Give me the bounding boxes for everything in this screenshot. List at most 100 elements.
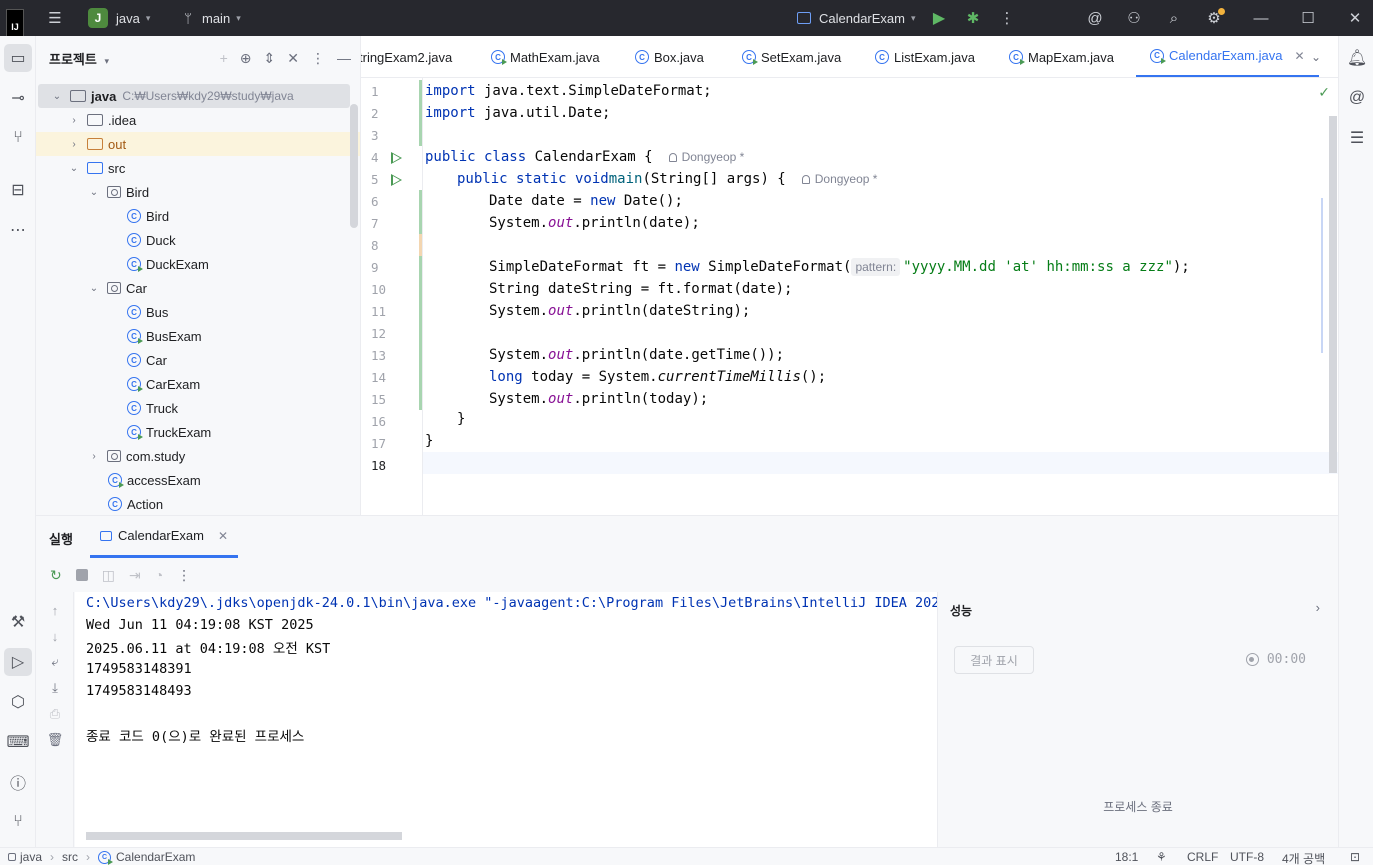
more-vertical-icon[interactable]: ⋮: [311, 50, 325, 67]
more-tools-button[interactable]: ⋯: [4, 216, 32, 244]
more-vertical-icon[interactable]: ⋮: [177, 567, 191, 584]
camera-icon[interactable]: ◫: [102, 567, 115, 584]
tree-item-class-duck[interactable]: C Duck: [36, 228, 360, 252]
breadcrumb-item[interactable]: java: [20, 850, 42, 864]
print-icon[interactable]: ⎙: [47, 706, 63, 722]
run-tab-calendarexam[interactable]: CalendarExam ✕: [90, 516, 239, 558]
lock-icon[interactable]: ⊡: [1350, 850, 1360, 864]
services-tool-button[interactable]: ⬡: [4, 688, 32, 716]
project-panel-title[interactable]: 프로젝트 ▾: [49, 49, 109, 68]
minimize-button[interactable]: —: [1250, 0, 1272, 36]
arrow-down-icon[interactable]: ↓: [47, 628, 63, 644]
locate-icon[interactable]: ⊕: [240, 50, 252, 67]
tab-mathexam[interactable]: C MathExam.java: [491, 36, 600, 77]
more-actions-button[interactable]: ⋮: [996, 0, 1018, 36]
tree-item-out[interactable]: › out: [36, 132, 360, 156]
project-tool-button[interactable]: ▭: [4, 44, 32, 72]
author-hint[interactable]: Dongyeop *: [668, 150, 744, 164]
profiler-icon[interactable]: ◔: [155, 567, 163, 583]
tree-item-idea[interactable]: › .idea: [36, 108, 360, 132]
code-token: out: [548, 347, 574, 363]
tree-item-class-bird[interactable]: C Bird: [36, 204, 360, 228]
editor-scrollbar[interactable]: [1329, 116, 1337, 473]
main-menu-button[interactable]: ☰: [44, 0, 66, 36]
expand-all-icon[interactable]: ⇕: [264, 50, 276, 67]
close-tab-icon[interactable]: ✕: [1294, 49, 1304, 63]
tabs-overflow-button[interactable]: ⌄: [1311, 36, 1321, 77]
branch-selector[interactable]: ᛘ main ▾: [180, 0, 241, 36]
no-problems-check-icon[interactable]: ✓: [1318, 84, 1330, 101]
inspection-icon[interactable]: ⚘: [1156, 850, 1167, 864]
run-tool-button[interactable]: ▷: [4, 648, 32, 676]
caret-position[interactable]: 18:1: [1115, 850, 1138, 864]
breadcrumb-item[interactable]: CalendarExam: [116, 850, 195, 864]
arrow-up-icon[interactable]: ↑: [47, 602, 63, 618]
tree-item-package-bird[interactable]: ⌄ Bird: [36, 180, 360, 204]
tree-item-class-carexam[interactable]: C CarExam: [36, 372, 360, 396]
code-editor[interactable]: 1 2 3 4 5 6 7 8 9 10 11 12 13 14 15 16 1…: [361, 78, 1338, 515]
problems-tool-button[interactable]: ⓘ: [4, 768, 32, 796]
git-tool-button[interactable]: ⑂: [4, 808, 32, 836]
indent-setting[interactable]: 4개 공백: [1282, 850, 1325, 867]
tab-listexam[interactable]: C ListExam.java: [875, 36, 975, 77]
exit-icon[interactable]: ⇥: [129, 567, 141, 584]
run-config-selector[interactable]: CalendarExam ▾: [797, 0, 916, 36]
add-user-button[interactable]: ⚇: [1123, 0, 1145, 36]
close-window-button[interactable]: ✕: [1344, 0, 1366, 36]
stop-icon[interactable]: [75, 569, 88, 581]
tree-item-class-duckexam[interactable]: C DuckExam: [36, 252, 360, 276]
tree-item-class-car[interactable]: C Car: [36, 348, 360, 372]
tree-item-package-comstudy[interactable]: › com.study: [36, 444, 360, 468]
breadcrumb-item[interactable]: src: [62, 850, 78, 864]
pull-requests-tool-button[interactable]: ⑂: [4, 124, 32, 152]
tree-item-class-accessexam[interactable]: C accessExam: [36, 468, 360, 492]
run-class-gutter-icon[interactable]: [391, 152, 402, 164]
commit-tool-button[interactable]: ⊸: [4, 84, 32, 112]
tab-setexam[interactable]: C SetExam.java: [742, 36, 841, 77]
tree-item-class-action[interactable]: C Action: [36, 492, 360, 515]
tab-stringexam2[interactable]: tringExam2.java: [361, 36, 452, 77]
run-panel-title[interactable]: 실행: [49, 529, 73, 548]
notifications-button[interactable]: 🔔︎: [1343, 44, 1371, 72]
tree-root-java[interactable]: ⌄ java C:₩Users₩kdy29₩study₩java: [38, 84, 350, 108]
tab-box[interactable]: C Box.java: [635, 36, 704, 77]
run-main-gutter-icon[interactable]: [391, 174, 402, 186]
soft-wrap-icon[interactable]: ⤶: [47, 654, 63, 670]
search-button[interactable]: ⌕: [1163, 0, 1185, 36]
run-button[interactable]: ▶: [928, 0, 950, 36]
line-separator[interactable]: CRLF: [1187, 850, 1218, 864]
hide-icon[interactable]: —: [337, 50, 351, 67]
trash-icon[interactable]: 🗑︎: [47, 732, 64, 748]
tab-calendarexam[interactable]: C CalendarExam.java ✕: [1136, 36, 1319, 77]
project-selector[interactable]: J java ▾: [88, 0, 150, 36]
chevron-right-icon[interactable]: ›: [1316, 600, 1320, 615]
settings-button[interactable]: ⚙: [1203, 0, 1225, 36]
ai-assistant-button[interactable]: @: [1084, 0, 1106, 36]
project-scrollbar[interactable]: [350, 104, 358, 228]
rerun-icon[interactable]: ↻: [50, 567, 62, 584]
tree-item-class-truckexam[interactable]: C TruckExam: [36, 420, 360, 444]
tree-item-class-busexam[interactable]: C BusExam: [36, 324, 360, 348]
scroll-to-end-icon[interactable]: ⤓: [47, 680, 63, 696]
add-icon[interactable]: +: [220, 50, 228, 67]
maximize-button[interactable]: ☐: [1297, 0, 1319, 36]
tree-item-src[interactable]: ⌄ src: [36, 156, 360, 180]
close-tab-icon[interactable]: ✕: [218, 529, 228, 543]
project-name: java: [116, 10, 140, 26]
tree-item-class-bus[interactable]: C Bus: [36, 300, 360, 324]
terminal-tool-button[interactable]: ⌨: [4, 728, 32, 756]
console-scrollbar[interactable]: [86, 832, 402, 840]
author-hint[interactable]: Dongyeop *: [801, 172, 877, 186]
debug-button[interactable]: ✱: [962, 0, 984, 36]
ai-chat-button[interactable]: @: [1343, 84, 1371, 112]
tab-mapexam[interactable]: C MapExam.java: [1009, 36, 1114, 77]
file-encoding[interactable]: UTF-8: [1230, 850, 1264, 864]
show-results-button[interactable]: 결과 표시: [954, 646, 1034, 674]
collapse-all-icon[interactable]: ✕: [287, 50, 299, 67]
build-tool-button[interactable]: ⚒: [4, 608, 32, 636]
tree-item-package-car[interactable]: ⌄ Car: [36, 276, 360, 300]
database-button[interactable]: ☰: [1343, 124, 1371, 152]
console-output[interactable]: C:\Users\kdy29\.jdks\openjdk-24.0.1\bin\…: [75, 592, 937, 848]
structure-tool-button[interactable]: ⊟: [4, 176, 32, 204]
tree-item-class-truck[interactable]: C Truck: [36, 396, 360, 420]
